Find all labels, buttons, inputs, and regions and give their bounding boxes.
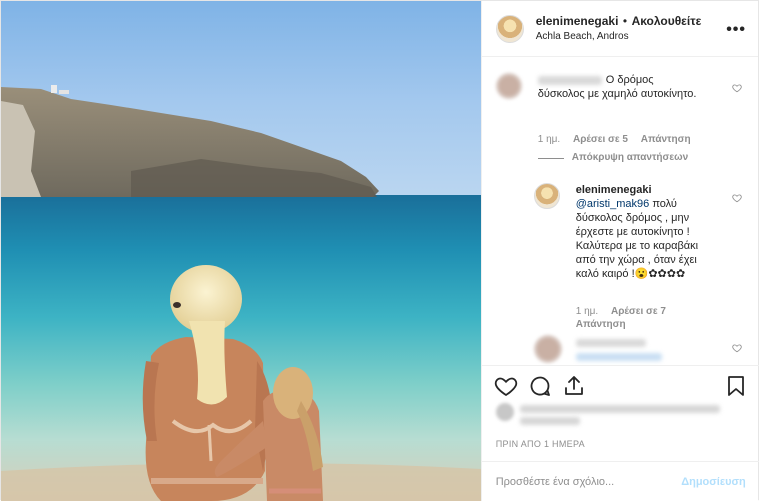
post-photo[interactable]: [1, 1, 481, 501]
reply-item: elenimenegaki @aristi_mak96 πολύ δύσκολο…: [533, 181, 746, 331]
comment-meta: 1 ημ. Αρέσει σε 5 Απάντηση: [538, 133, 701, 146]
post-comment-button[interactable]: Δημοσίευση: [681, 476, 746, 488]
heart-icon[interactable]: [494, 374, 518, 398]
comment-icon[interactable]: [528, 374, 552, 398]
comment-age: 1 ημ.: [537, 134, 561, 145]
liked-by-text-blurred: [519, 405, 720, 413]
commenter-username-blurred[interactable]: [537, 75, 602, 85]
liked-by-text-blurred-2: [519, 417, 580, 425]
beach-photo-illustration: [1, 85, 481, 501]
liked-by-avatar: [495, 403, 514, 421]
reply-author-avatar[interactable]: [533, 183, 560, 209]
author-meta: elenimenegaki • Ακολουθείτε Achla Beach,…: [536, 13, 702, 45]
reply-meta: 1 ημ. Αρέσει σε 7 Απάντηση: [576, 305, 696, 331]
reply-age: 1 ημ.: [575, 306, 599, 317]
reply-username[interactable]: elenimenegaki: [576, 184, 652, 196]
reply-mention-link[interactable]: @aristi_mak96: [576, 198, 650, 210]
post-header: elenimenegaki • Ακολουθείτε Achla Beach,…: [481, 1, 758, 57]
comment-likes[interactable]: Αρέσει σε 5: [573, 134, 628, 145]
comment-item: Ο δρόμος δύσκολος με χαμηλό αυτοκίνητο. …: [495, 71, 746, 181]
comments-list[interactable]: Ο δρόμος δύσκολος με χαμηλό αυτοκίνητο. …: [482, 57, 759, 365]
post-side-panel: elenimenegaki • Ακολουθείτε Achla Beach,…: [480, 1, 759, 501]
comment-item-blurred: [533, 335, 746, 365]
header-separator: •: [622, 13, 628, 28]
blurred-username: [575, 339, 646, 347]
liked-by-row[interactable]: [495, 399, 746, 427]
share-icon[interactable]: [562, 374, 586, 398]
reply-likes[interactable]: Αρέσει σε 7: [611, 306, 666, 317]
instagram-post: elenimenegaki • Ακολουθείτε Achla Beach,…: [0, 0, 759, 501]
blurred-comment-text: [575, 353, 662, 361]
author-avatar[interactable]: [495, 14, 524, 43]
reply-text: πολύ δύσκολος δρόμος , μην έρχεστε με αυ…: [575, 198, 699, 280]
commenter-avatar[interactable]: [495, 73, 522, 99]
commenter-avatar-blurred[interactable]: [533, 335, 562, 363]
reply-like-heart-icon[interactable]: [732, 193, 742, 203]
post-location[interactable]: Achla Beach, Andros: [536, 29, 702, 45]
comment-like-heart-icon[interactable]: [732, 83, 742, 93]
add-comment-input[interactable]: Προσθέστε ένα σχόλιο...: [496, 476, 681, 488]
post-timestamp[interactable]: ΠΡΙΝ ΑΠΟ 1 ΗΜΕΡΑ: [496, 439, 585, 449]
following-button[interactable]: Ακολουθείτε: [632, 14, 702, 28]
hide-replies-line: [537, 158, 564, 159]
hide-replies-button[interactable]: Απόκρυψη απαντήσεων: [572, 152, 688, 163]
comment-text-block: Ο δρόμος δύσκολος με χαμηλό αυτοκίνητο.: [537, 73, 698, 101]
bookmark-icon[interactable]: [724, 374, 748, 398]
comment-like-heart-icon[interactable]: [732, 343, 742, 353]
author-username[interactable]: elenimenegaki: [536, 14, 619, 28]
add-comment-bar: Προσθέστε ένα σχόλιο... Δημοσίευση: [481, 461, 759, 501]
reply-button[interactable]: Απάντηση: [641, 134, 691, 145]
reply-text-block: elenimenegaki @aristi_mak96 πολύ δύσκολο…: [576, 183, 716, 281]
reply-reply-button[interactable]: Απάντηση: [576, 319, 626, 330]
more-horizontal-icon[interactable]: •••: [726, 21, 746, 39]
